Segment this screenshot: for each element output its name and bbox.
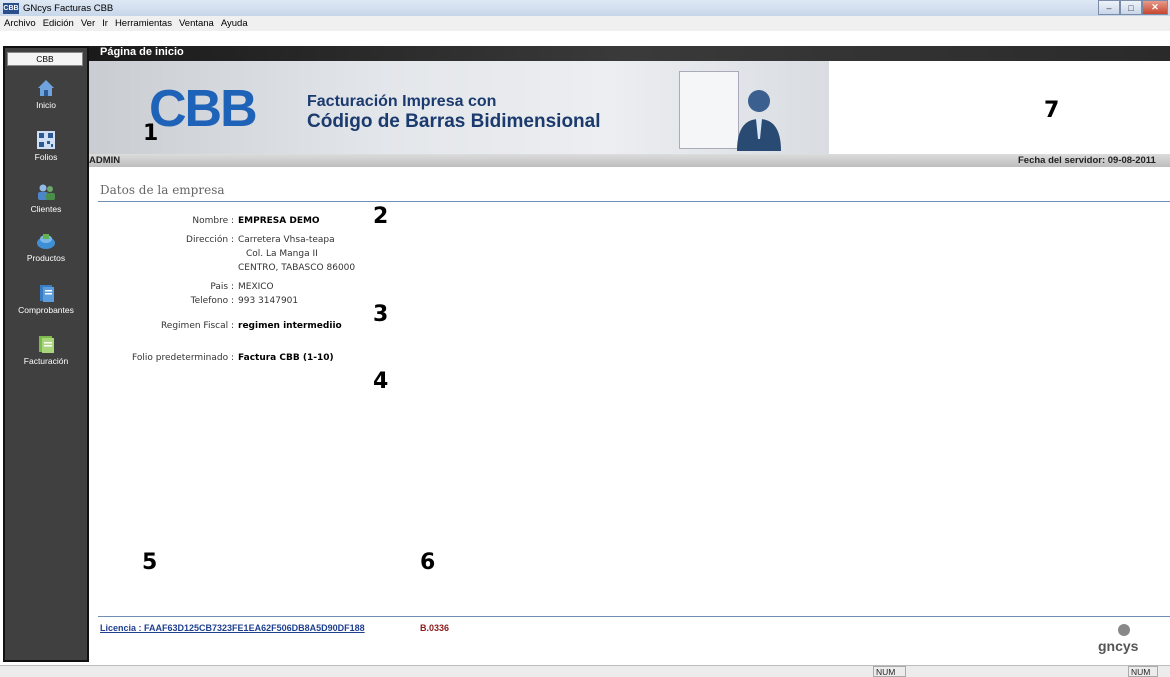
annotation-3: 3 [373,302,389,327]
num-lock-indicator: NUM [873,666,906,677]
sidebar-item-label: Productos [26,253,66,263]
section-divider [98,201,1170,202]
sidebar-item-label: Clientes [30,204,62,214]
telefono-label: Telefono : [190,296,234,306]
direccion-line-1: Carretera Vhsa-teapa [238,235,335,245]
gncys-logo: gncys [1098,638,1139,654]
menu-edicion[interactable]: Edición [43,18,74,29]
num-lock-indicator-2: NUM [1128,666,1158,677]
regimen-value: regimen intermediio [238,321,342,331]
menu-bar: Archivo Edición Ver Ir Herramientas Vent… [0,16,1170,31]
gncys-logo-icon [1118,624,1130,636]
title-bar: CBB GNcys Facturas CBB – □ ✕ [0,0,1170,16]
annotation-7: 7 [1044,98,1060,123]
menu-ventana[interactable]: Ventana [179,18,214,29]
sidebar-item-label: Comprobantes [18,305,74,315]
info-bar [89,154,1170,167]
products-icon [37,234,55,249]
clients-icon [38,184,55,200]
folio-value: Factura CBB (1-10) [238,353,334,363]
nombre-label: Nombre : [192,216,234,226]
section-title: Datos de la empresa [100,183,225,197]
regimen-label: Regimen Fiscal : [160,321,234,331]
menu-archivo[interactable]: Archivo [4,18,36,29]
sidebar-item-productos[interactable]: Productos [3,231,89,263]
app-icon: CBB [3,2,19,14]
direccion-label: Dirección : [186,235,234,245]
direccion-line-3: CENTRO, TABASCO 86000 [238,263,356,273]
sidebar-item-folios[interactable]: Folios [3,130,89,162]
sidebar-item-label: Folios [34,152,58,162]
footer-divider [98,616,1170,617]
sidebar-header[interactable]: CBB [7,52,83,66]
direccion-line-2: Col. La Manga II [246,249,318,259]
window-title: GNcys Facturas CBB [23,2,114,14]
annotation-1: 1 [143,121,159,146]
banner-line-2: Código de Barras Bidimensional [307,111,601,132]
sidebar-item-label: Inicio [36,100,56,110]
status-bar [0,665,1170,677]
person-illustration [737,90,781,151]
license-link[interactable]: Licencia : FAAF63D125CB7323FE1EA62F506DB… [100,623,365,633]
menu-ayuda[interactable]: Ayuda [221,18,248,29]
banner-line-1: Facturación Impresa con [307,93,497,110]
sidebar-item-label: Facturación [23,356,69,366]
telefono-value: 993 3147901 [238,296,299,306]
maximize-button[interactable]: □ [1120,0,1142,15]
menu-ir[interactable]: Ir [102,18,108,29]
menu-ver[interactable]: Ver [81,18,95,29]
pais-label: Pais : [210,282,234,292]
annotation-2: 2 [373,204,389,229]
menu-herramientas[interactable]: Herramientas [115,18,172,29]
nombre-value: EMPRESA DEMO [238,216,320,226]
folio-label: Folio predeterminado : [132,353,234,363]
server-date: Fecha del servidor: 09-08-2011 [1018,155,1156,166]
page-header-bar [89,46,1170,61]
annotation-6: 6 [420,550,436,575]
sidebar-item-comprobantes[interactable]: Comprobantes [3,283,89,315]
home-icon [38,80,54,96]
annotation-4: 4 [373,369,389,394]
version-label: B.0336 [420,623,450,633]
cbb-logo: CBB [149,80,258,138]
banner: CBB Facturación Impresa con Código de Ba… [89,61,829,154]
current-user: ADMIN [89,155,121,166]
page-title: Página de inicio [100,46,184,58]
close-button[interactable]: ✕ [1142,0,1168,15]
qr-code-icon [37,131,55,149]
receipt-icon [40,285,54,302]
sidebar-item-clientes[interactable]: Clientes [3,182,89,214]
annotation-5: 5 [142,550,158,575]
minimize-button[interactable]: – [1098,0,1120,15]
sidebar-item-inicio[interactable]: Inicio [3,78,89,110]
sidebar-item-facturacion[interactable]: Facturación [3,334,89,366]
window-controls: – □ ✕ [1098,0,1168,15]
invoice-icon [39,336,54,353]
pais-value: MEXICO [238,282,274,292]
